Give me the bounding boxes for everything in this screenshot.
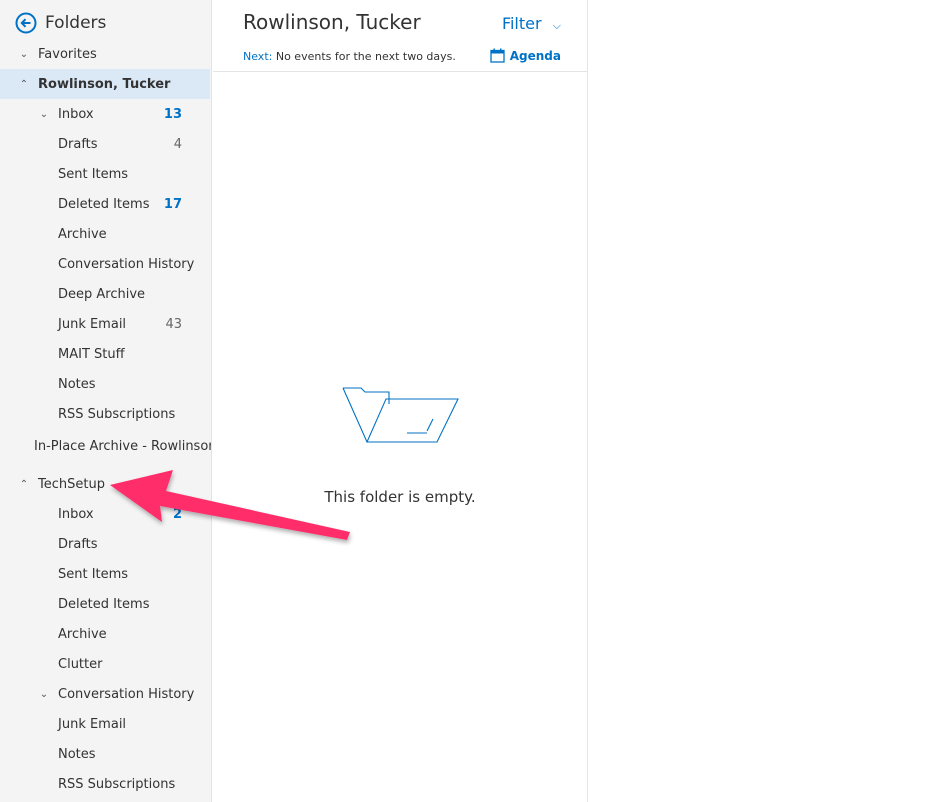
unread-count-badge: 2 bbox=[172, 506, 182, 522]
group-folder-inbox[interactable]: Inbox 2 bbox=[0, 499, 210, 529]
folder-label: Drafts bbox=[58, 136, 98, 152]
filter-button[interactable]: Filter ⌵ bbox=[502, 14, 561, 33]
folder-conversation-history[interactable]: Conversation History bbox=[0, 249, 210, 279]
folder-label: Archive bbox=[58, 626, 107, 642]
folder-label: Rowlinson, Tucker bbox=[38, 76, 171, 92]
calendar-icon bbox=[490, 48, 505, 63]
folder-label: Inbox bbox=[58, 506, 94, 522]
folder-label: MAIT Stuff bbox=[58, 346, 125, 362]
chevron-down-icon: ⌵ bbox=[552, 19, 561, 32]
folder-label: Deleted Items bbox=[58, 596, 150, 612]
chevron-down-icon[interactable]: ⌄ bbox=[38, 689, 50, 700]
folder-label: Favorites bbox=[38, 46, 97, 62]
agenda-label: Agenda bbox=[509, 48, 561, 63]
group-folder-clutter[interactable]: Clutter bbox=[0, 649, 210, 679]
folder-label: Sent Items bbox=[58, 566, 129, 582]
unread-count-badge: 13 bbox=[163, 106, 182, 122]
folder-deleted-items[interactable]: Deleted Items 17 bbox=[0, 189, 210, 219]
account-rowlinson-tucker[interactable]: ⌃ Rowlinson, Tucker bbox=[0, 69, 210, 99]
folder-label: RSS Subscriptions bbox=[58, 406, 176, 422]
empty-folder-icon bbox=[342, 387, 459, 443]
back-arrow-icon[interactable] bbox=[15, 12, 37, 34]
group-folder-sent-items[interactable]: Sent Items bbox=[0, 559, 210, 589]
group-folder-conversation-history[interactable]: ⌄ Conversation History bbox=[0, 679, 210, 709]
folder-inbox[interactable]: ⌄ Inbox 13 bbox=[0, 99, 210, 129]
in-place-archive[interactable]: In-Place Archive - Rowlinson, Tucker bbox=[0, 431, 211, 461]
folder-label: Archive bbox=[58, 226, 107, 242]
folders-title: Folders bbox=[45, 13, 107, 33]
group-folder-notes[interactable]: Notes bbox=[0, 739, 210, 769]
next-label: Next: bbox=[243, 50, 273, 63]
folder-sent-items[interactable]: Sent Items bbox=[0, 159, 210, 189]
folder-label: Notes bbox=[58, 376, 96, 392]
folder-label: Conversation History bbox=[58, 256, 195, 272]
folder-label: Deep Archive bbox=[58, 286, 146, 302]
folder-label: Sent Items bbox=[58, 166, 129, 182]
folder-label: Clutter bbox=[58, 656, 103, 672]
group-folder-junk-email[interactable]: Junk Email bbox=[0, 709, 210, 739]
next-events: Next: No events for the next two days. bbox=[243, 50, 456, 63]
folder-archive[interactable]: Archive bbox=[0, 219, 210, 249]
folder-junk-email[interactable]: Junk Email 43 bbox=[0, 309, 210, 339]
folder-label: Junk Email bbox=[58, 316, 127, 332]
next-text: No events for the next two days. bbox=[275, 50, 456, 63]
folder-rss-subscriptions[interactable]: RSS Subscriptions bbox=[0, 399, 210, 429]
folder-drafts[interactable]: Drafts 4 bbox=[0, 129, 210, 159]
folder-label: RSS Subscriptions bbox=[58, 776, 176, 792]
filter-label: Filter bbox=[501, 14, 542, 33]
folders-header[interactable]: Folders bbox=[15, 12, 106, 34]
header-divider bbox=[213, 71, 587, 72]
folder-label: In-Place Archive - Rowlinson, Tucker bbox=[34, 438, 211, 454]
agenda-button[interactable]: Agenda bbox=[490, 48, 561, 63]
chevron-down-icon[interactable]: ⌄ bbox=[18, 49, 30, 60]
group-folder-archive[interactable]: Archive bbox=[0, 619, 210, 649]
empty-folder-message: This folder is empty. bbox=[324, 488, 476, 506]
folder-label: Notes bbox=[58, 746, 96, 762]
folder-label: TechSetup bbox=[38, 476, 105, 492]
folder-label: Junk Email bbox=[58, 716, 127, 732]
folder-mait-stuff[interactable]: MAIT Stuff bbox=[0, 339, 210, 369]
favorites-toggle[interactable]: ⌄ Favorites bbox=[0, 39, 210, 69]
folder-label: Deleted Items bbox=[58, 196, 150, 212]
folder-label: Inbox bbox=[58, 106, 94, 122]
chevron-down-icon[interactable]: ⌄ bbox=[38, 109, 50, 120]
unread-count-badge: 17 bbox=[163, 196, 182, 212]
folder-label: Conversation History bbox=[58, 686, 195, 702]
folder-label: Drafts bbox=[58, 536, 98, 552]
folder-title: Rowlinson, Tucker bbox=[243, 10, 421, 34]
group-folder-drafts[interactable]: Drafts bbox=[0, 529, 210, 559]
unread-count-badge: 43 bbox=[165, 316, 182, 332]
chevron-up-icon[interactable]: ⌃ bbox=[18, 79, 30, 90]
message-list-pane: Rowlinson, Tucker Filter ⌵ Next: No even… bbox=[213, 0, 588, 802]
group-techsetup[interactable]: ⌃ TechSetup bbox=[0, 469, 210, 499]
group-folder-rss-subscriptions[interactable]: RSS Subscriptions bbox=[0, 769, 210, 799]
folder-notes[interactable]: Notes bbox=[0, 369, 210, 399]
chevron-up-icon[interactable]: ⌃ bbox=[18, 479, 30, 490]
folder-deep-archive[interactable]: Deep Archive bbox=[0, 279, 210, 309]
unread-count-badge: 4 bbox=[173, 136, 182, 152]
group-folder-deleted-items[interactable]: Deleted Items bbox=[0, 589, 210, 619]
folder-pane: Folders ⌄ Favorites ⌃ Rowlinson, Tucker ⌄ Inb… bbox=[0, 0, 212, 802]
